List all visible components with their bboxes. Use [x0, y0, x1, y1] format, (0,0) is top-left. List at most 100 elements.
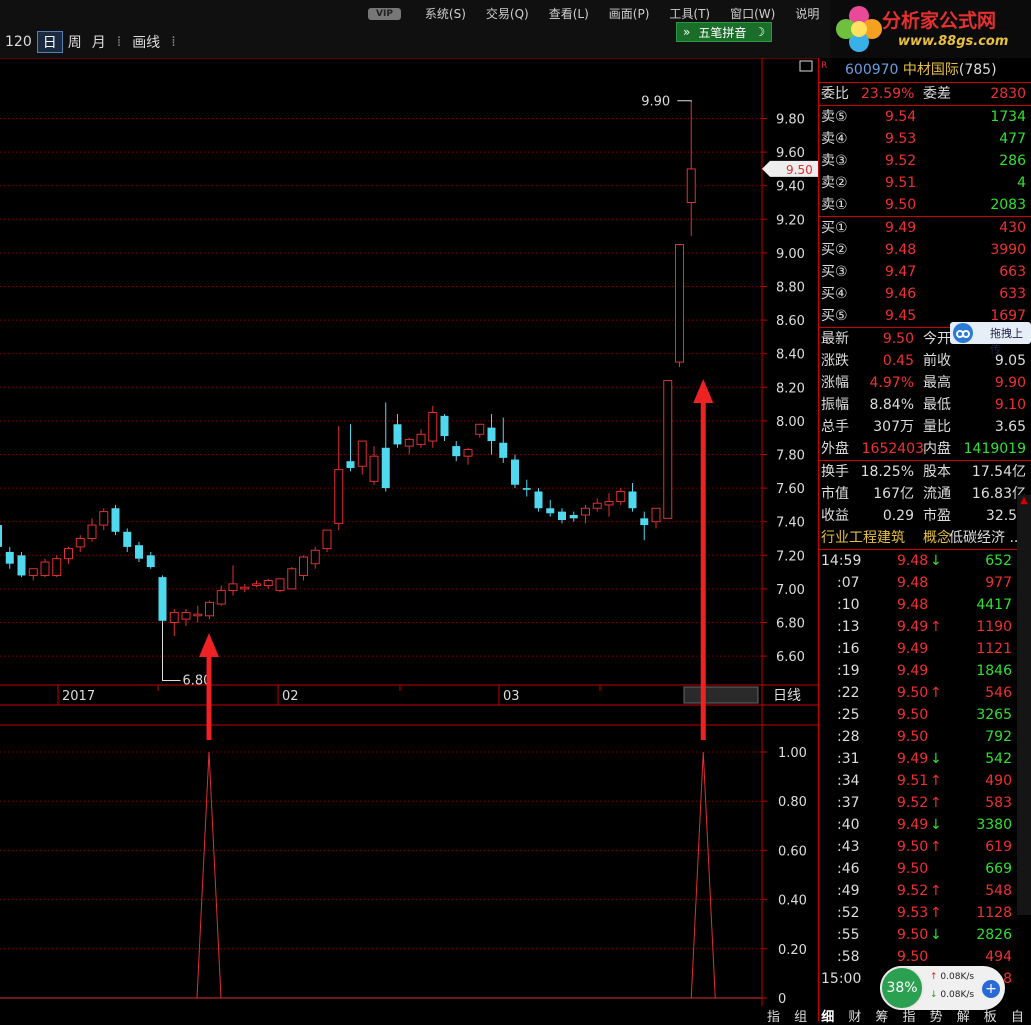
plus-icon[interactable]: +: [982, 980, 1000, 998]
menu-window[interactable]: 窗口(W): [720, 4, 785, 24]
price-tick-label: 7.00: [776, 583, 805, 598]
candle-body-up: [228, 583, 238, 592]
candle-body-up: [686, 168, 696, 203]
bottom-tab[interactable]: 细: [814, 1006, 841, 1025]
draw-line-tool[interactable]: 画线: [127, 32, 165, 52]
scroll-up-icon[interactable]: ▲: [1017, 495, 1031, 506]
stat2-label: 换手: [821, 464, 849, 480]
bottom-tab[interactable]: 势: [923, 1006, 950, 1025]
date-label: 03: [503, 689, 520, 704]
bid-volume: 3990: [990, 242, 1026, 258]
tick-direction-arrow: ↑: [930, 685, 942, 701]
stat-label: 涨跌: [821, 353, 849, 369]
tick-time: :43: [837, 839, 860, 855]
indicator-tick-label: 1.00: [778, 746, 807, 761]
candle-body-up: [616, 490, 626, 503]
bid-price: 9.48: [885, 242, 917, 258]
signal-arrow-head: [199, 633, 219, 657]
candle-body-up: [369, 455, 379, 482]
menu-screen[interactable]: 画面(P): [599, 4, 660, 24]
period-week[interactable]: 周: [63, 32, 87, 52]
tick-price: 9.50: [897, 729, 929, 745]
menu-tools[interactable]: 工具(T): [659, 4, 720, 24]
logo-url: www.88gs.com: [898, 34, 1009, 49]
weicha-value: 2830: [990, 86, 1026, 102]
menu-trade[interactable]: 交易(Q): [476, 4, 539, 24]
tick-volume: 669: [985, 861, 1012, 877]
indicator-tick-label: 0: [778, 992, 786, 1007]
weibi-label: 委比: [821, 86, 849, 102]
ask-volume: 286: [999, 153, 1026, 169]
bottom-tab[interactable]: 解: [950, 1006, 977, 1025]
vip-badge[interactable]: VIP: [368, 8, 401, 20]
ask-level-label: 卖⑤: [821, 109, 848, 125]
network-widget[interactable]: 38% ↑ 0.08K/s ↓ 0.08K/s +: [880, 966, 1005, 1010]
tick-time: :37: [837, 795, 860, 811]
indicator-tick-label: 0.60: [778, 844, 807, 859]
bottom-tab[interactable]: 指: [895, 1006, 922, 1025]
period-120[interactable]: 120: [0, 34, 37, 50]
cloud-upload-widget[interactable]: 拖拽上传: [950, 322, 1031, 356]
bottom-tab[interactable]: 自: [1004, 1006, 1031, 1025]
stock-code[interactable]: 600970: [845, 62, 898, 78]
period-month[interactable]: 月: [87, 32, 111, 52]
ask-volume: 4: [1017, 175, 1026, 191]
tick-time: :07: [837, 575, 860, 591]
bottom-tab[interactable]: 指: [760, 1006, 787, 1025]
ask-volume: 1734: [990, 109, 1026, 125]
menu-bar: VIP 系统(S) 交易(Q) 查看(L) 画面(P) 工具(T) 窗口(W) …: [360, 4, 829, 24]
tick-scrollbar[interactable]: ▲: [1017, 495, 1031, 915]
current-price-label: 9.50: [786, 163, 813, 177]
candle-body-up: [357, 440, 367, 467]
candle-body-up: [87, 524, 97, 539]
tick-row: :43 9.50 619 ↑: [819, 836, 1031, 858]
bottom-tab[interactable]: 财: [841, 1006, 868, 1025]
candle-body-up: [205, 601, 214, 617]
weicha-label: 委差: [923, 86, 951, 102]
menu-help[interactable]: 说明: [785, 4, 829, 24]
menu-system[interactable]: 系统(S): [415, 4, 476, 24]
tick-direction-arrow: ↑: [930, 839, 942, 855]
indicator-tick-label: 0.80: [778, 795, 807, 810]
stock-count: (785): [958, 62, 997, 78]
candle-body-down: [393, 424, 402, 445]
kline-chart[interactable]: 9.80 9.60 9.40 9.20 9.00 8.80 8.60 8.40 8.20 8.00…: [0, 57, 818, 1021]
price-tick-label: 7.40: [776, 516, 805, 531]
menu-view[interactable]: 查看(L): [539, 4, 599, 24]
bottom-tab[interactable]: 板: [977, 1006, 1004, 1025]
tick-row: :49 9.52 548 ↑: [819, 880, 1031, 902]
bid-volume: 633: [999, 286, 1026, 302]
stat-value: 307万: [873, 419, 914, 435]
period-label: 日线: [773, 688, 801, 704]
stat-row: 振幅 8.84% 最低 9.10: [819, 394, 1031, 416]
period-bar: 120 日 周 月 ⁞ 画线 ⁞: [0, 30, 182, 54]
price-tick-label: 6.80: [776, 617, 805, 632]
bottom-tab[interactable]: 组: [787, 1006, 814, 1025]
tick-volume: 652: [985, 553, 1012, 569]
tick-time: :31: [837, 751, 860, 767]
stat-value: 3.65: [994, 419, 1026, 435]
quote-body: 委比 23.59% 委差 2830 卖⑤ 9.54 1734 卖④ 9.53 477 卖③ 9.52 2…: [819, 83, 1031, 990]
input-method-bar[interactable]: » 五笔拼音 ☽: [676, 22, 773, 42]
bid-level-label: 买②: [821, 242, 848, 258]
tick-volume: 4417: [976, 597, 1012, 613]
quote-panel: R 600970 中材国际(785) 委比 23.59% 委差 2830 卖⑤ 9.54 1…: [818, 58, 1031, 1021]
tick-row: :22 9.50 546 ↑: [819, 682, 1031, 704]
tick-volume: 3265: [976, 707, 1012, 723]
chevron-icon: »: [683, 25, 691, 39]
bottom-tab[interactable]: 筹: [868, 1006, 895, 1025]
price-tick-label: 9.20: [776, 213, 805, 228]
candle-body-down: [5, 551, 14, 564]
ask-level-label: 卖③: [821, 153, 848, 169]
stat-value: 9.10: [994, 397, 1026, 413]
industry-value: 工程建筑: [849, 530, 905, 546]
download-speed: ↓ 0.08K/s: [930, 990, 975, 1000]
period-day[interactable]: 日: [36, 31, 63, 53]
tick-price: 9.50: [897, 861, 929, 877]
kline-chart-area[interactable]: 9.80 9.60 9.40 9.20 9.00 8.80 8.60 8.40 8.20 8.00…: [0, 57, 818, 1021]
price-tick-label: 7.20: [776, 549, 805, 564]
tick-volume: 1128: [976, 905, 1012, 921]
stat-label: 内盘: [923, 441, 951, 457]
candle-body-down: [499, 442, 508, 458]
tick-row: :37 9.52 583 ↑: [819, 792, 1031, 814]
